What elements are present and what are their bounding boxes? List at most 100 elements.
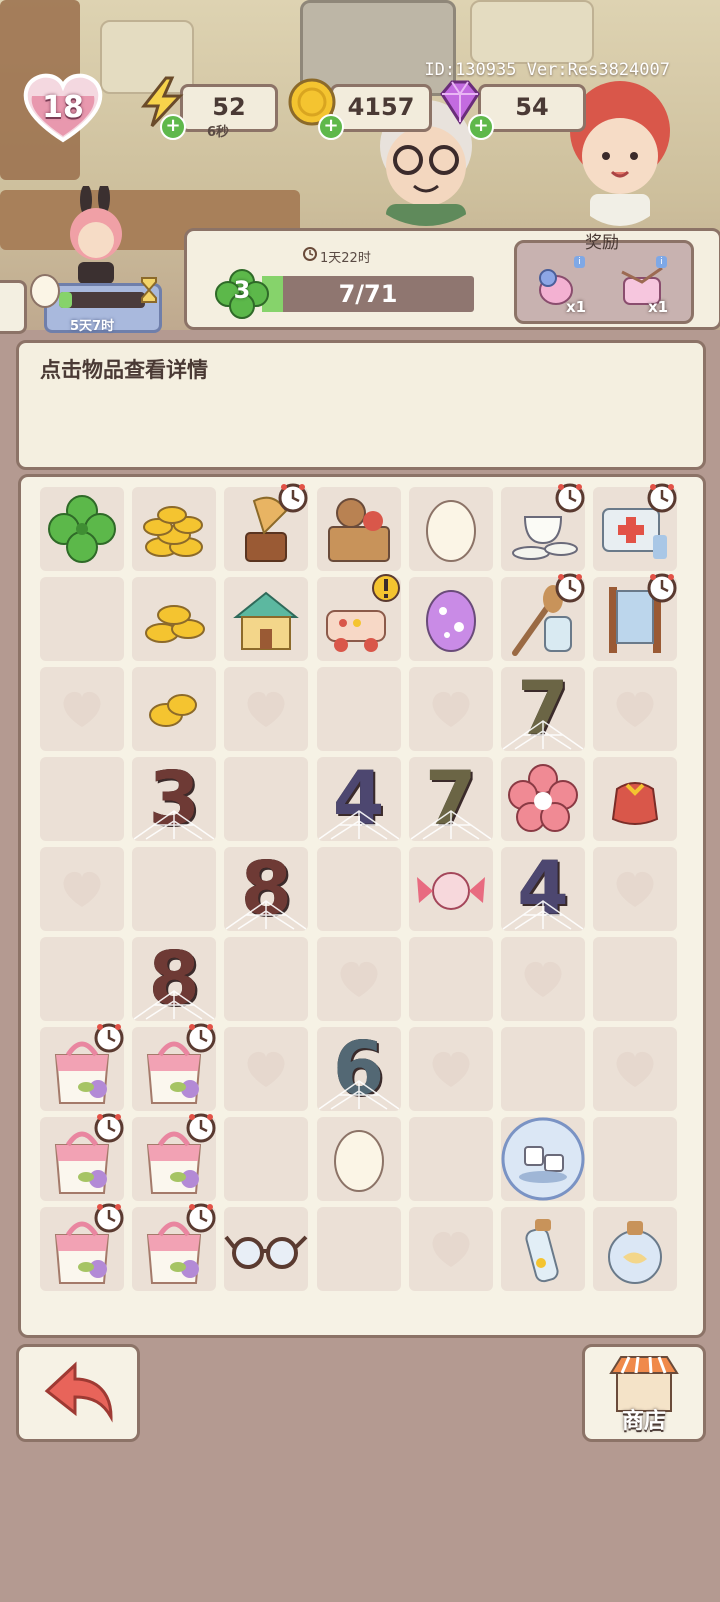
board-item-glasses[interactable] — [224, 1207, 309, 1291]
egg-icon — [30, 274, 60, 308]
board-item-flower[interactable] — [501, 757, 585, 841]
number-item-4[interactable]: 4 — [501, 847, 585, 931]
bubble-cups-icon — [501, 1117, 585, 1201]
board-item-bubble-cups[interactable] — [501, 1117, 585, 1201]
empty-cell[interactable] — [408, 667, 493, 751]
heart-placeholder-icon — [63, 691, 101, 727]
empty-cell[interactable] — [316, 847, 401, 931]
shop-button[interactable]: 商店 — [582, 1344, 706, 1442]
board-item-egg-white[interactable] — [316, 1117, 401, 1201]
number-item-8[interactable]: 8 — [224, 847, 309, 931]
add-coin-button[interactable]: + — [318, 114, 344, 140]
board-item-bag[interactable] — [40, 1203, 124, 1291]
board-item-gramophone[interactable] — [224, 483, 309, 571]
empty-cell[interactable] — [408, 937, 493, 1021]
energy-regen-timer: 6秒 — [207, 125, 230, 140]
board-item-coins-large[interactable] — [132, 487, 217, 571]
board-item-bag[interactable] — [132, 1113, 217, 1201]
empty-cell[interactable] — [501, 1027, 585, 1111]
number-item-8[interactable]: 8 — [132, 937, 217, 1021]
board-item-bag[interactable] — [40, 1023, 124, 1111]
board-item-clover[interactable] — [40, 487, 124, 571]
board-item-bottle-round[interactable] — [593, 1207, 678, 1291]
cobweb-icon — [225, 900, 307, 930]
exclamation-icon — [371, 574, 400, 602]
empty-cell[interactable] — [224, 1027, 309, 1111]
empty-cell[interactable] — [408, 1027, 493, 1111]
empty-cell[interactable] — [40, 667, 124, 751]
number-item-4[interactable]: 4 — [316, 757, 401, 841]
cobweb-icon — [410, 810, 492, 840]
board-item-toy-house[interactable] — [224, 577, 309, 661]
board-item-egg-white[interactable] — [408, 487, 493, 571]
board-item-coins-small[interactable] — [132, 667, 217, 751]
egg-purple-icon — [425, 590, 476, 652]
toy-house-icon — [233, 591, 300, 650]
empty-cell[interactable] — [40, 757, 124, 841]
empty-cell[interactable] — [408, 1207, 493, 1291]
board-item-bag[interactable] — [132, 1203, 217, 1291]
empty-cell[interactable] — [316, 937, 401, 1021]
alarm-clock-icon — [278, 483, 308, 513]
empty-cell[interactable] — [593, 937, 678, 1021]
add-energy-button[interactable]: + — [160, 114, 186, 140]
heart-placeholder-icon — [247, 1051, 285, 1087]
empty-cell[interactable] — [593, 1117, 678, 1201]
heart-placeholder-icon — [432, 1051, 470, 1087]
empty-cell[interactable] — [224, 1117, 309, 1201]
empty-cell[interactable] — [224, 937, 309, 1021]
flower-icon — [508, 764, 578, 832]
gem-counter[interactable]: 54 — [478, 84, 586, 132]
board-item-bag[interactable] — [132, 1023, 217, 1111]
cobweb-icon — [133, 990, 215, 1020]
board-item-coins-medium[interactable] — [132, 577, 217, 661]
info-icon[interactable]: i — [574, 256, 585, 268]
level-heart[interactable]: 18 — [22, 72, 104, 144]
side-tab[interactable] — [0, 280, 27, 334]
empty-cell[interactable] — [224, 757, 309, 841]
board-item-egg-purple[interactable] — [408, 577, 493, 661]
back-button[interactable] — [16, 1344, 140, 1442]
board-item-bottle-pills[interactable] — [501, 1207, 585, 1291]
empty-cell[interactable] — [408, 1117, 493, 1201]
heart-placeholder-icon — [616, 691, 654, 727]
alarm-clock-icon — [186, 1113, 216, 1143]
bottle-round-icon — [608, 1221, 663, 1284]
empty-cell[interactable] — [40, 847, 124, 931]
number-item-7[interactable]: 7 — [408, 757, 493, 841]
board-item-mirror-stand[interactable] — [593, 573, 678, 661]
empty-cell[interactable] — [132, 847, 217, 931]
clock-icon — [303, 247, 317, 261]
info-icon[interactable]: i — [656, 256, 667, 268]
board-item-toy-box[interactable] — [316, 487, 401, 571]
board-item-first-aid-kit[interactable] — [593, 483, 678, 571]
alarm-clock-icon — [94, 1203, 124, 1233]
hourglass-icon — [141, 277, 157, 303]
empty-cell[interactable] — [316, 667, 401, 751]
empty-cell[interactable] — [593, 1027, 678, 1111]
board-item-toy-car[interactable] — [316, 574, 401, 661]
alarm-clock-icon — [94, 1113, 124, 1143]
toy-box-icon — [327, 498, 390, 562]
empty-cell[interactable] — [40, 577, 124, 661]
board-item-bag[interactable] — [40, 1113, 124, 1201]
empty-cell[interactable] — [40, 937, 124, 1021]
coin-counter[interactable]: 4157 — [330, 84, 432, 132]
number-item-7[interactable]: 7 — [501, 667, 585, 751]
board-item-spoon-jar[interactable] — [501, 573, 585, 661]
heart-placeholder-icon — [247, 691, 285, 727]
board-item-tea-set[interactable] — [501, 483, 585, 571]
add-gem-button[interactable]: + — [468, 114, 494, 140]
energy-value: 52 — [212, 93, 246, 121]
number-item-3[interactable]: 3 — [132, 757, 217, 841]
empty-cell[interactable] — [316, 1207, 401, 1291]
egg-progress-bar — [59, 292, 145, 308]
board-item-gift-bag[interactable] — [593, 757, 678, 841]
empty-cell[interactable] — [593, 847, 678, 931]
board-item-candy[interactable] — [408, 847, 493, 931]
heart-placeholder-icon — [616, 1051, 654, 1087]
empty-cell[interactable] — [593, 667, 678, 751]
empty-cell[interactable] — [501, 937, 585, 1021]
number-item-6[interactable]: 6 — [316, 1027, 401, 1111]
empty-cell[interactable] — [224, 667, 309, 751]
